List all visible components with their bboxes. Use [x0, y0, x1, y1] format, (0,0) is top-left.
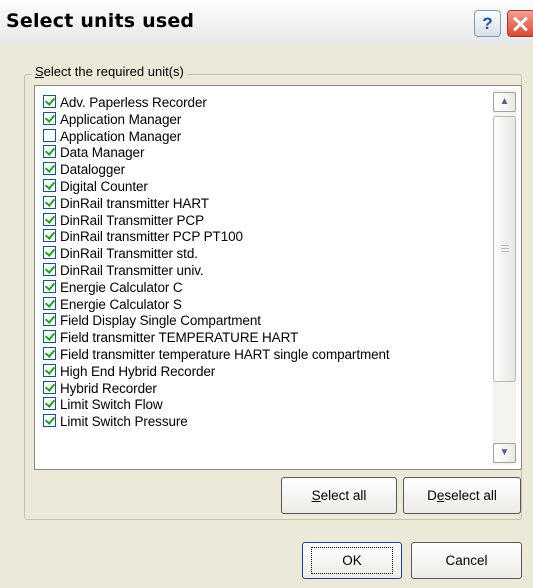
- checkmark-icon: [44, 162, 56, 174]
- unit-label: Application Manager: [60, 111, 182, 127]
- unit-label: Application Manager: [60, 128, 182, 144]
- unit-checkbox[interactable]: [43, 145, 56, 159]
- unit-label: DinRail Transmitter univ.: [60, 263, 204, 278]
- list-item[interactable]: Data Manager: [43, 145, 144, 161]
- checkmark-icon: [44, 246, 56, 258]
- checkmark-icon: [44, 330, 56, 342]
- checkmark-icon: [44, 145, 56, 157]
- unit-label: DinRail Transmitter PCP: [60, 212, 204, 228]
- unit-label: Digital Counter: [60, 179, 148, 194]
- unit-label: Energie Calculator S: [60, 296, 182, 312]
- unit-label: Field transmitter temperature HART singl…: [60, 347, 390, 362]
- list-item[interactable]: Energie Calculator C: [43, 279, 183, 296]
- unit-checkbox[interactable]: [43, 195, 56, 209]
- unit-label: High End Hybrid Recorder: [60, 363, 216, 379]
- list-item[interactable]: Application Manager: [43, 128, 182, 145]
- list-item[interactable]: Digital Counter: [43, 179, 148, 195]
- list-item[interactable]: Energie Calculator S: [43, 296, 182, 313]
- unit-checkbox[interactable]: [43, 330, 56, 344]
- list-item[interactable]: Field Display Single Compartment: [43, 313, 261, 329]
- window-title: Select units used: [6, 10, 195, 32]
- list-item[interactable]: DinRail Transmitter univ.: [43, 263, 204, 279]
- unit-label: Field transmitter TEMPERATURE HART: [60, 330, 299, 346]
- checkmark-icon: [44, 313, 56, 325]
- unit-checkbox[interactable]: [43, 212, 56, 226]
- checkmark-icon: [44, 397, 56, 409]
- unit-checkbox[interactable]: [43, 397, 56, 411]
- scroll-up-icon: ▲: [499, 96, 510, 107]
- unit-label: Energie Calculator C: [60, 279, 183, 295]
- checkmark-icon: [44, 414, 56, 426]
- list-item[interactable]: Application Manager: [43, 111, 182, 128]
- checkmark-icon: [44, 279, 56, 291]
- unit-label: Field Display Single Compartment: [60, 313, 261, 329]
- unit-label: Hybrid Recorder: [60, 380, 157, 396]
- scroll-thumb[interactable]: [493, 116, 516, 382]
- list-item[interactable]: Field transmitter temperature HART singl…: [43, 347, 390, 363]
- list-item[interactable]: Adv. Paperless Recorder: [43, 95, 207, 111]
- units-listbox[interactable]: Adv. Paperless Recorder Application Manag…: [34, 85, 522, 470]
- checkmark-icon: [44, 229, 56, 241]
- unit-checkbox[interactable]: [43, 246, 56, 260]
- list-item[interactable]: DinRail transmitter HART: [43, 195, 209, 212]
- list-item[interactable]: Datalogger: [43, 162, 125, 178]
- unit-checkbox[interactable]: [43, 111, 56, 125]
- unit-checkbox[interactable]: [43, 279, 56, 293]
- unit-label: Data Manager: [60, 145, 145, 161]
- list-item[interactable]: Field transmitter TEMPERATURE HART: [43, 330, 298, 346]
- list-item[interactable]: DinRail transmitter PCP PT100: [43, 229, 243, 245]
- unit-label: DinRail transmitter PCP PT100: [60, 229, 243, 245]
- checkmark-icon: [44, 111, 56, 123]
- checkmark-icon: [44, 347, 56, 358]
- unit-checkbox[interactable]: [43, 414, 56, 428]
- checkmark-icon: [44, 263, 56, 274]
- unit-checkbox[interactable]: [43, 263, 56, 276]
- deselect-all-button[interactable]: Deselect all: [403, 477, 521, 514]
- unit-checkbox[interactable]: [43, 162, 56, 176]
- list-item[interactable]: Hybrid Recorder: [43, 380, 157, 397]
- close-button[interactable]: [507, 10, 533, 37]
- unit-checkbox[interactable]: [43, 128, 56, 142]
- unit-label: DinRail Transmitter std.: [60, 246, 198, 262]
- list-item[interactable]: Limit Switch Flow: [43, 397, 163, 413]
- help-button[interactable]: ?: [474, 10, 501, 37]
- unit-checkbox[interactable]: [43, 229, 56, 243]
- unit-checkbox[interactable]: [43, 313, 56, 327]
- checkmark-icon: [44, 179, 56, 190]
- checkmark-icon: [44, 95, 56, 106]
- title-bar: Select units used ?: [0, 0, 533, 46]
- checkmark-icon: [44, 195, 56, 207]
- scroll-down-icon: ▼: [499, 447, 510, 458]
- unit-checkbox[interactable]: [43, 363, 56, 377]
- scroll-down-button[interactable]: ▼: [493, 443, 516, 463]
- unit-checkbox[interactable]: [43, 380, 56, 394]
- scroll-up-button[interactable]: ▲: [493, 92, 516, 112]
- unit-label: DinRail transmitter HART: [60, 195, 209, 211]
- unit-label: Limit Switch Pressure: [60, 414, 188, 430]
- checkmark-icon: [44, 363, 56, 375]
- list-item[interactable]: Limit Switch Pressure: [43, 414, 188, 430]
- groupbox-label: Select the required unit(s): [32, 64, 187, 79]
- ok-button[interactable]: OK: [302, 542, 402, 579]
- list-item[interactable]: DinRail Transmitter PCP: [43, 212, 204, 229]
- grip-icon: [501, 245, 509, 253]
- unit-label: Adv. Paperless Recorder: [60, 95, 207, 110]
- unit-checkbox[interactable]: [43, 296, 56, 310]
- unit-label: Limit Switch Flow: [60, 397, 163, 413]
- select-all-button[interactable]: Select all: [281, 477, 397, 514]
- unit-checkbox[interactable]: [43, 347, 56, 360]
- unit-checkbox[interactable]: [43, 179, 56, 192]
- cancel-button[interactable]: Cancel: [411, 542, 522, 579]
- checkmark-icon: [44, 296, 56, 308]
- list-item[interactable]: High End Hybrid Recorder: [43, 363, 216, 380]
- list-item[interactable]: DinRail Transmitter std.: [43, 246, 198, 262]
- checkmark-icon: [44, 380, 56, 392]
- unit-checkbox[interactable]: [43, 95, 56, 108]
- unit-label: Datalogger: [60, 162, 126, 178]
- vertical-scrollbar[interactable]: ▲ ▼: [493, 90, 516, 465]
- checkmark-icon: [44, 212, 56, 224]
- help-icon: ?: [482, 14, 493, 33]
